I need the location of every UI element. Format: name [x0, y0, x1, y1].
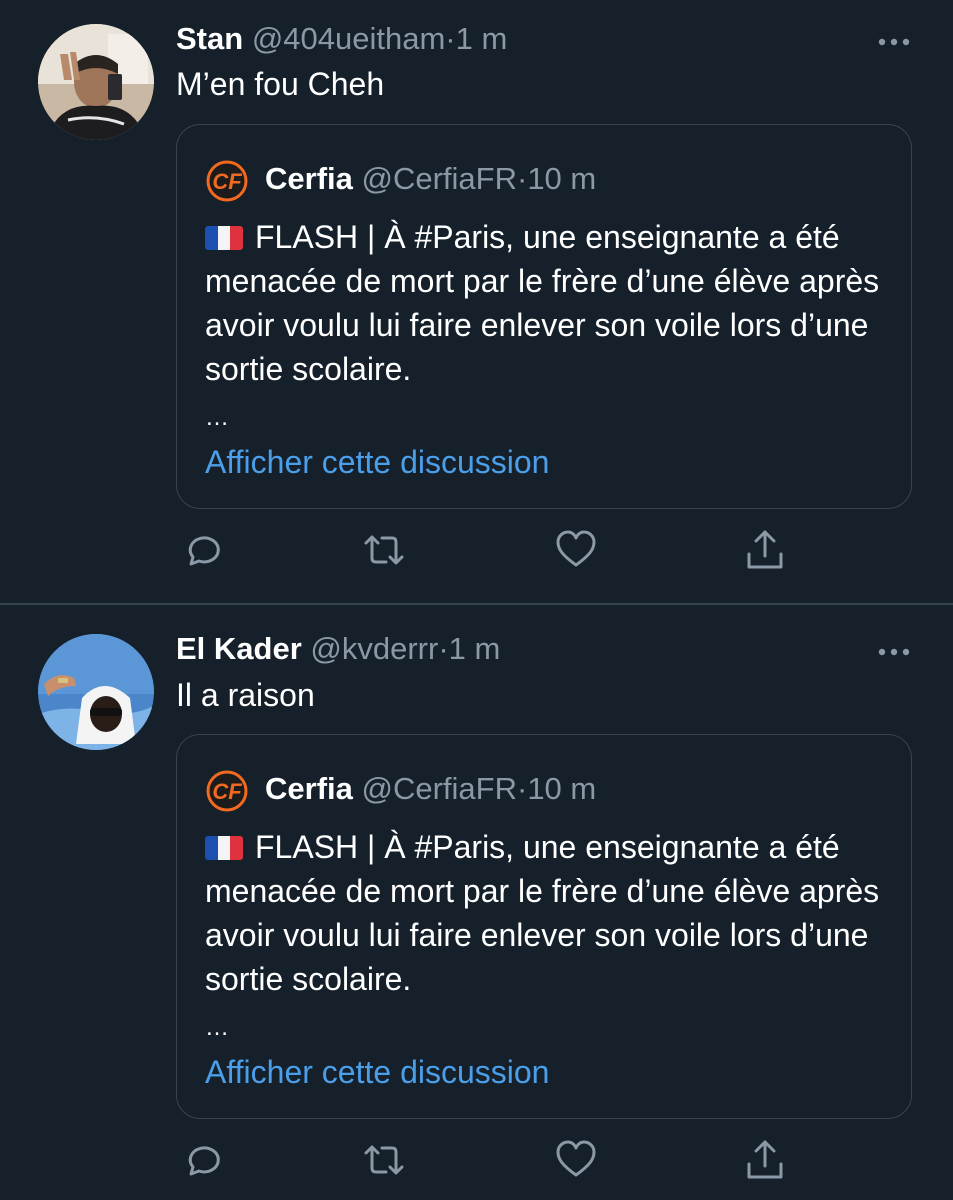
svg-text:CF: CF	[212, 169, 242, 194]
tweet[interactable]: Stan @404ueitham·1 m M’en fou Cheh CF Ce…	[0, 0, 953, 604]
retweet-icon[interactable]	[362, 1138, 406, 1182]
author-handle[interactable]: @kvderrr	[310, 631, 438, 666]
quoted-tweet-body: FLASH | À #Paris, une enseignante a été …	[205, 829, 880, 997]
quoted-author-handle[interactable]: @CerfiaFR	[362, 771, 517, 806]
quoted-tweet-body: FLASH | À #Paris, une enseignante a été …	[205, 219, 880, 387]
quoted-tweet[interactable]: CF Cerfia @CerfiaFR·10 m FLASH | À #Pari…	[176, 124, 912, 509]
tweet-text: M’en fou Cheh	[176, 66, 385, 102]
avatar[interactable]	[38, 24, 154, 140]
tweet-header: Stan @404ueitham·1 m	[176, 18, 507, 60]
quoted-author-name[interactable]: Cerfia	[265, 161, 353, 196]
svg-text:CF: CF	[212, 779, 242, 804]
show-thread-link[interactable]: Afficher cette discussion	[205, 1051, 549, 1093]
reply-icon[interactable]	[177, 1138, 221, 1182]
quoted-author-name[interactable]: Cerfia	[265, 771, 353, 806]
tweet-header: El Kader @kvderrr·1 m	[176, 628, 500, 670]
show-thread-link[interactable]: Afficher cette discussion	[205, 441, 549, 483]
heart-icon[interactable]	[554, 528, 598, 572]
cerfia-logo-icon: CF	[205, 159, 249, 203]
author-name[interactable]: Stan	[176, 21, 243, 56]
truncation-ellipsis: …	[205, 1014, 229, 1041]
timestamp[interactable]: 1 m	[456, 21, 508, 56]
author-name[interactable]: El Kader	[176, 631, 302, 666]
quoted-tweet-header: Cerfia @CerfiaFR·10 m	[265, 157, 596, 201]
france-flag-icon	[205, 836, 243, 860]
tweet-actions	[0, 1138, 953, 1186]
reply-icon[interactable]	[177, 528, 221, 572]
separator-dot: ·	[445, 21, 456, 56]
tweet[interactable]: El Kader @kvderrr·1 m Il a raison CF Cer…	[0, 604, 953, 1200]
quoted-timestamp[interactable]: 10 m	[527, 161, 596, 196]
timestamp[interactable]: 1 m	[449, 631, 501, 666]
tweet-text: Il a raison	[176, 677, 315, 713]
separator-dot: ·	[438, 631, 449, 666]
quoted-tweet-text: FLASH | À #Paris, une enseignante a été …	[205, 215, 895, 391]
truncation-ellipsis: …	[205, 404, 229, 431]
quoted-author-handle[interactable]: @CerfiaFR	[362, 161, 517, 196]
quoted-tweet[interactable]: CF Cerfia @CerfiaFR·10 m FLASH | À #Pari…	[176, 734, 912, 1119]
cerfia-logo-icon: CF	[205, 769, 249, 813]
share-icon[interactable]	[743, 528, 787, 572]
retweet-icon[interactable]	[362, 528, 406, 572]
heart-icon[interactable]	[554, 1138, 598, 1182]
quoted-tweet-text: FLASH | À #Paris, une enseignante a été …	[205, 825, 895, 1001]
quoted-timestamp[interactable]: 10 m	[527, 771, 596, 806]
author-handle[interactable]: @404ueitham	[252, 21, 445, 56]
more-horizontal-icon[interactable]	[877, 644, 911, 656]
france-flag-icon	[205, 226, 243, 250]
quoted-tweet-header: Cerfia @CerfiaFR·10 m	[265, 767, 596, 811]
separator-dot: ·	[516, 771, 528, 806]
avatar[interactable]	[38, 634, 154, 750]
more-horizontal-icon[interactable]	[877, 34, 911, 46]
separator-dot: ·	[516, 161, 528, 196]
tweet-actions	[0, 528, 953, 576]
share-icon[interactable]	[743, 1138, 787, 1182]
